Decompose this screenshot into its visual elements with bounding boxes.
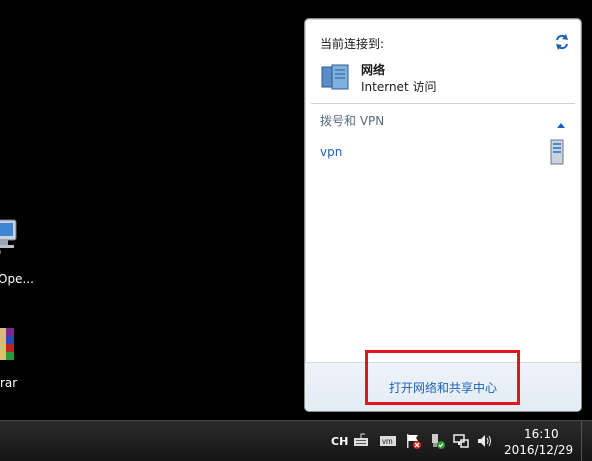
vpn-server-icon [549, 139, 565, 165]
network-computer-icon [0, 219, 17, 255]
refresh-icon[interactable] [553, 33, 571, 51]
language-indicator[interactable]: CH [331, 435, 348, 448]
vpn-connection-name: vpn [320, 145, 343, 159]
show-desktop-button[interactable] [581, 421, 592, 461]
desktop-icon-label: Ope... [0, 272, 34, 286]
vmware-icon[interactable]: vm [380, 433, 396, 449]
connected-to-title: 当前连接到: [320, 37, 385, 51]
svg-text:vm: vm [382, 437, 393, 446]
red-highlight-annotation [365, 350, 520, 405]
clock-date[interactable]: 2016/12/29 [504, 443, 573, 457]
winrar-icon [0, 328, 14, 360]
network-icon[interactable] [453, 433, 469, 449]
vpn-connection-item[interactable]: vpn [311, 135, 575, 169]
clock-time[interactable]: 16:10 [524, 427, 559, 441]
action-center-flag-icon[interactable] [405, 433, 421, 449]
section-divider [311, 103, 575, 104]
network-icon [320, 63, 352, 91]
dialup-vpn-section-title: 拨号和 VPN [320, 114, 385, 128]
desktop-icon-ope[interactable] [0, 218, 26, 262]
desktop-icon-label: rar [0, 376, 18, 390]
safely-remove-usb-icon[interactable] [429, 433, 445, 449]
keyboard-icon[interactable] [353, 433, 369, 449]
network-access-status: Internet 访问 [361, 80, 437, 94]
taskbar: CH vm 16:10 2016/12/29 [0, 420, 592, 461]
volume-icon[interactable] [477, 433, 493, 449]
chevron-up-icon[interactable] [557, 115, 565, 128]
network-name: 网络 [361, 63, 386, 77]
desktop-icon-rar[interactable] [0, 326, 26, 370]
